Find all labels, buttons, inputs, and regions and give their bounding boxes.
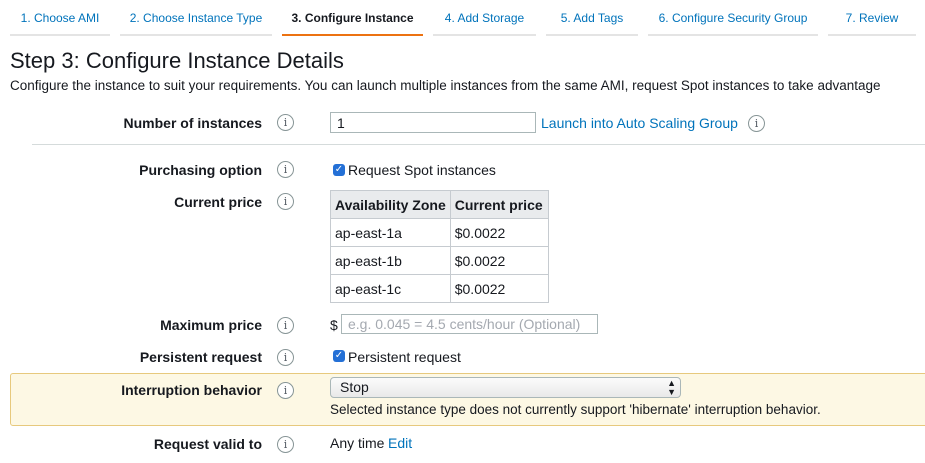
persistent-request-checkbox-label[interactable]: Persistent request — [348, 349, 461, 365]
maximum-price-input[interactable] — [341, 314, 598, 334]
request-spot-label[interactable]: Request Spot instances — [348, 162, 496, 178]
section-divider — [32, 144, 925, 145]
current-price-label: Current price — [174, 194, 262, 210]
price-cell: $0.0022 — [449, 218, 549, 247]
launch-into-asg-link[interactable]: Launch into Auto Scaling Group — [541, 115, 738, 131]
price-cell: $0.0022 — [449, 274, 549, 303]
page-description: Configure the instance to suit your requ… — [10, 78, 881, 93]
persistent-request-label: Persistent request — [139, 349, 262, 365]
info-icon[interactable]: i — [748, 115, 765, 132]
current-price-table: Availability Zone Current price ap-east-… — [330, 190, 549, 303]
info-icon[interactable]: i — [277, 193, 294, 210]
interruption-behavior-value: Stop — [340, 379, 369, 395]
table-row: ap-east-1c $0.0022 — [330, 274, 549, 303]
availability-zone-cell: ap-east-1a — [330, 218, 451, 247]
request-spot-checkbox[interactable]: ✓ — [333, 164, 345, 176]
availability-zone-cell: ap-east-1b — [330, 246, 451, 275]
table-row: ap-east-1a $0.0022 — [330, 218, 549, 247]
tab-review[interactable]: 7. Review — [828, 0, 916, 36]
persistent-request-checkbox[interactable]: ✓ — [333, 350, 345, 362]
tab-configure-security-group[interactable]: 6. Configure Security Group — [648, 0, 818, 36]
currency-symbol: $ — [330, 317, 338, 333]
info-icon[interactable]: i — [277, 436, 294, 453]
purchasing-option-label: Purchasing option — [139, 162, 262, 178]
number-of-instances-input[interactable] — [330, 112, 536, 133]
wizard-tabs: 1. Choose AMI 2. Choose Instance Type 3.… — [0, 0, 925, 36]
info-icon[interactable]: i — [277, 114, 294, 131]
interruption-behavior-select[interactable]: Stop ▲ ▼ — [330, 377, 681, 398]
price-cell: $0.0022 — [449, 246, 549, 275]
number-of-instances-label: Number of instances — [123, 115, 262, 131]
request-valid-to-label: Request valid to — [153, 436, 262, 452]
info-icon[interactable]: i — [277, 349, 294, 366]
info-icon[interactable]: i — [277, 161, 294, 178]
table-header-row: Availability Zone Current price — [330, 190, 549, 219]
table-row: ap-east-1b $0.0022 — [330, 246, 549, 275]
request-valid-to-value: Any time — [330, 435, 385, 451]
edit-link[interactable]: Edit — [388, 435, 412, 451]
tab-configure-instance[interactable]: 3. Configure Instance — [282, 0, 423, 36]
tab-choose-ami[interactable]: 1. Choose AMI — [10, 0, 110, 36]
page-title: Step 3: Configure Instance Details — [10, 48, 344, 73]
column-header: Availability Zone — [330, 190, 451, 219]
tab-add-tags[interactable]: 5. Add Tags — [546, 0, 638, 36]
select-arrows-icon: ▲ ▼ — [667, 378, 676, 397]
interruption-behavior-note: Selected instance type does not currentl… — [330, 402, 821, 417]
availability-zone-cell: ap-east-1c — [330, 274, 451, 303]
tab-add-storage[interactable]: 4. Add Storage — [433, 0, 536, 36]
maximum-price-label: Maximum price — [160, 317, 262, 333]
interruption-behavior-label: Interruption behavior — [121, 382, 262, 398]
column-header: Current price — [449, 190, 549, 219]
info-icon[interactable]: i — [277, 317, 294, 334]
info-icon[interactable]: i — [277, 382, 294, 399]
tab-choose-instance-type[interactable]: 2. Choose Instance Type — [120, 0, 272, 36]
